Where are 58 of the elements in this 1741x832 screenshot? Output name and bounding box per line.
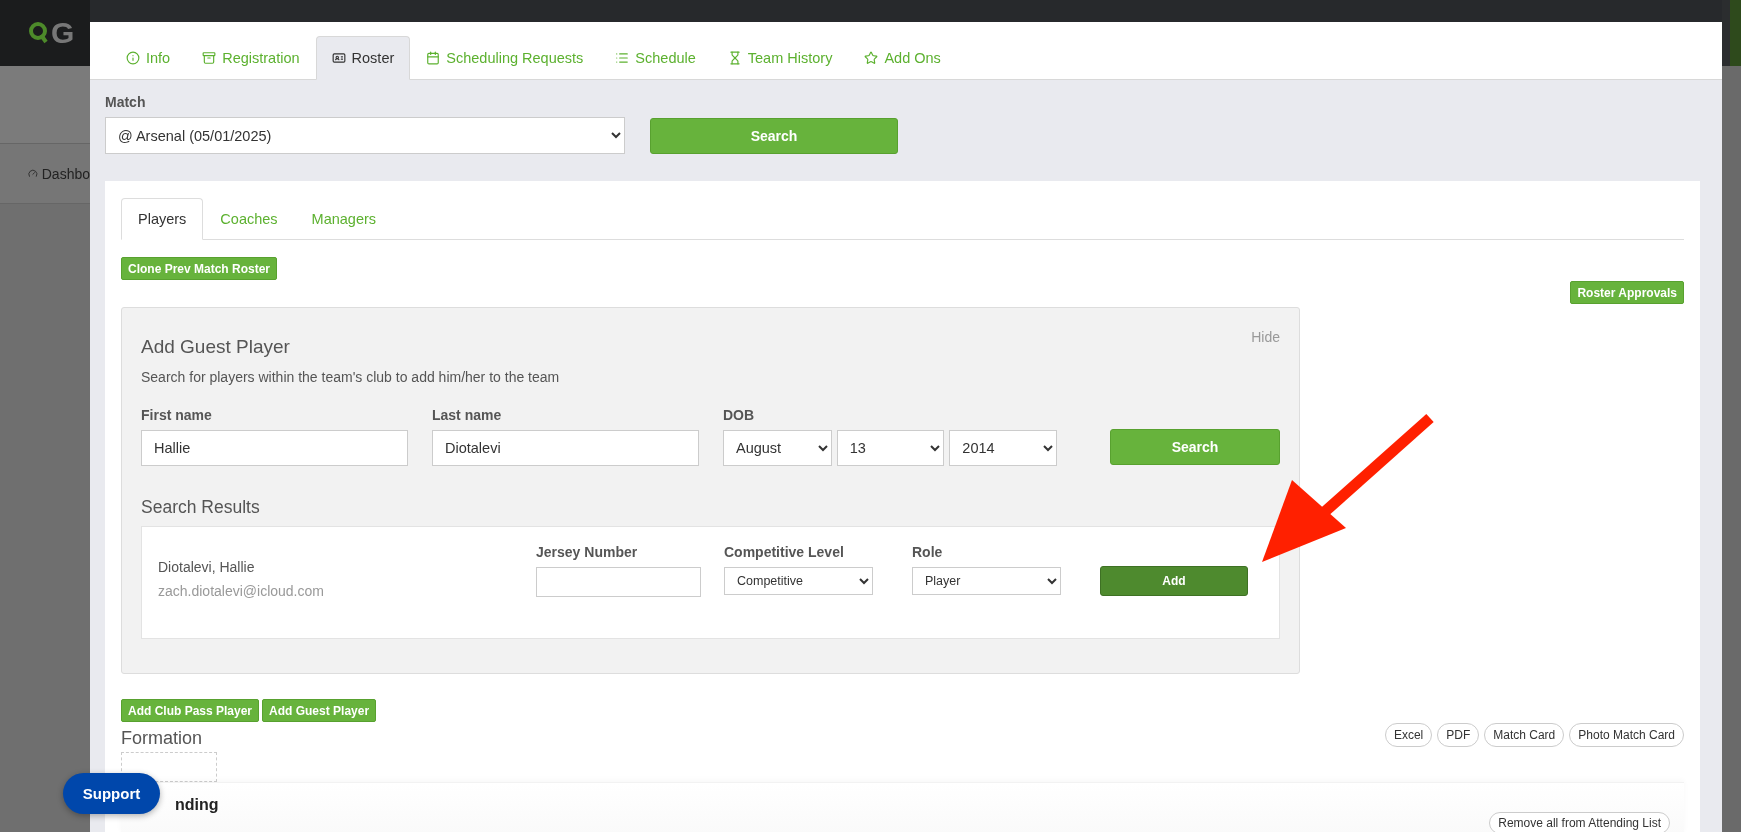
dashboard-icon (28, 167, 38, 180)
field-label: DOB (723, 407, 756, 423)
player-email: zach.diotalevi@icloud.com (158, 583, 325, 599)
year-select[interactable]: 2014 (949, 430, 1057, 466)
export-button[interactable]: PDF (1437, 723, 1480, 747)
match-label: Match (105, 94, 147, 110)
tab[interactable]: Schedule (599, 36, 712, 80)
jersey-number-field[interactable] (536, 567, 701, 597)
logo-icon (28, 21, 48, 45)
export-button[interactable]: Excel (1384, 723, 1433, 747)
field-label: Competitive Level (724, 544, 845, 560)
field-label: Last name (432, 407, 503, 423)
field-label: First name (141, 407, 213, 423)
tab[interactable]: Team History (711, 36, 849, 80)
tab[interactable]: Coaches (203, 198, 295, 240)
clone-roster-button[interactable]: Clone Prev Match Roster (121, 257, 278, 280)
player-name: Diotalevi, Hallie (158, 559, 256, 575)
brand-name: G (51, 16, 75, 50)
last-name-field[interactable]: Diotalevi (432, 430, 699, 466)
first-name-field[interactable]: Hallie (141, 430, 408, 466)
export-button[interactable]: Photo Match Card (1569, 723, 1684, 747)
tab[interactable]: Registration (186, 36, 316, 80)
match-select[interactable]: @ Arsenal (05/01/2025) (105, 117, 625, 154)
tab[interactable]: Add Ons (848, 36, 957, 80)
support-button[interactable]: Support (63, 773, 160, 814)
formation-title: Formation (121, 728, 204, 749)
id-card-icon (331, 51, 346, 65)
list-icon (615, 51, 630, 65)
star-icon (864, 51, 879, 65)
info-icon (126, 51, 140, 65)
remove-all-button[interactable]: Remove all from Attending List (1489, 812, 1670, 832)
nav-item[interactable]: Dashbo (41, 165, 90, 182)
tab[interactable]: Scheduling Requests (410, 36, 600, 80)
panel-title: Add Guest Player (141, 336, 290, 358)
tab[interactable]: Info (110, 36, 187, 80)
results-title: Search Results (141, 497, 260, 518)
roster-approvals-button[interactable]: Roster Approvals (1570, 281, 1684, 304)
add-button[interactable]: Add (1100, 566, 1248, 596)
search-button[interactable]: Search (650, 117, 898, 154)
export-button[interactable]: Match Card (1484, 723, 1565, 747)
section-title: nding (175, 796, 219, 815)
level-select[interactable]: Competitive (724, 567, 873, 595)
hide-link[interactable]: Hide (1251, 329, 1280, 345)
archive-box-icon (202, 51, 217, 65)
month-select[interactable]: August (723, 430, 832, 466)
add-player-button[interactable]: Add Club Pass Player (121, 699, 260, 722)
day-select[interactable]: 13 (836, 430, 945, 466)
tab[interactable]: Roster (315, 36, 411, 80)
field-label: Jersey Number (536, 544, 639, 560)
tab[interactable]: Players (121, 198, 204, 240)
tab[interactable]: Managers (294, 198, 394, 240)
panel-description: Search for players within the team's club to add him/her to the team (141, 369, 561, 385)
field-label: Role (912, 544, 944, 560)
add-player-button[interactable]: Add Guest Player (262, 699, 377, 722)
role-select[interactable]: Player (912, 567, 1061, 595)
calendar-icon (426, 51, 441, 65)
hourglass-icon (727, 51, 742, 65)
search-button[interactable]: Search (1110, 429, 1280, 465)
